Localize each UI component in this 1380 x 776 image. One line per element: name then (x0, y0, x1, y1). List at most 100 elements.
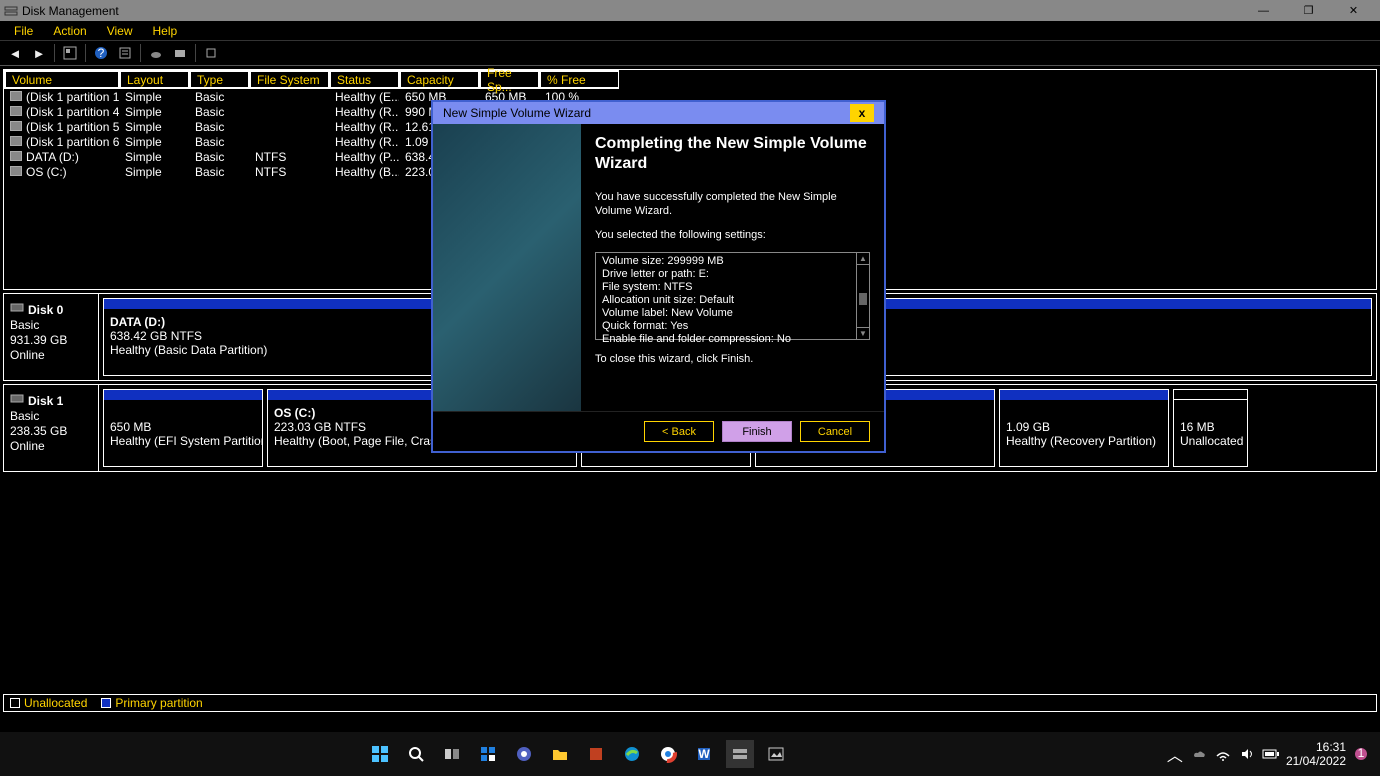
col-capacity[interactable]: Capacity (399, 70, 479, 89)
svg-text:?: ? (98, 46, 105, 60)
battery-icon[interactable] (1262, 740, 1280, 768)
volume-icon[interactable] (1238, 740, 1256, 768)
taskbar: W ︿ 16:31 21/04/2022 1 (0, 732, 1380, 776)
toolbar: ◄ ► ? (0, 41, 1380, 66)
wizard-close-button[interactable]: x (850, 104, 874, 122)
tool-icon-3[interactable] (200, 43, 222, 63)
volume-icon (10, 151, 22, 161)
scroll-down-icon[interactable]: ▼ (857, 327, 869, 339)
disk-0-label[interactable]: Disk 0 Basic 931.39 GB Online (4, 294, 99, 380)
app-icon-1[interactable] (582, 740, 610, 768)
wizard-main: Completing the New Simple Volume Wizard … (581, 124, 884, 411)
volume-icon (10, 106, 22, 116)
setting-line: File system: NTFS (602, 281, 863, 294)
tray-onedrive-icon[interactable] (1190, 740, 1208, 768)
disk-name: Disk 1 (28, 394, 63, 408)
disk-size: 931.39 GB (10, 333, 92, 347)
legend-label: Primary partition (115, 696, 202, 710)
back-button[interactable]: ◄ (4, 43, 26, 63)
word-icon[interactable]: W (690, 740, 718, 768)
disk-name: Disk 0 (28, 303, 63, 317)
finish-button[interactable]: Finish (722, 421, 792, 442)
close-button[interactable] (1331, 0, 1376, 21)
partition-unallocated[interactable]: 16 MB Unallocated (1173, 389, 1248, 467)
col-volume[interactable]: Volume (4, 70, 119, 89)
setting-line: Volume label: New Volume (602, 307, 863, 320)
setting-line: Quick format: Yes (602, 320, 863, 333)
disk-1-label[interactable]: Disk 1 Basic 238.35 GB Online (4, 385, 99, 471)
wizard-selected-text: You selected the following settings: (595, 228, 870, 242)
legend-label: Unallocated (24, 696, 87, 710)
partition-efi[interactable]: 650 MB Healthy (EFI System Partition) (103, 389, 263, 467)
col-type[interactable]: Type (189, 70, 249, 89)
start-button[interactable] (366, 740, 394, 768)
chat-icon[interactable] (510, 740, 538, 768)
widgets-icon[interactable] (474, 740, 502, 768)
col-filesystem[interactable]: File System (249, 70, 329, 89)
properties-button[interactable] (114, 43, 136, 63)
volume-icon (10, 91, 22, 101)
maximize-button[interactable] (1286, 0, 1331, 21)
minimize-button[interactable] (1241, 0, 1286, 21)
disk-type: Basic (10, 318, 92, 332)
settings-scrollbar[interactable]: ▲ ▼ (856, 253, 869, 339)
legend-swatch-unallocated (10, 698, 20, 708)
wifi-icon[interactable] (1214, 740, 1232, 768)
partition-status: Unallocated (1180, 434, 1241, 448)
menu-help[interactable]: Help (143, 22, 188, 40)
setting-line: Enable file and folder compression: No (602, 333, 863, 346)
tray-chevron-icon[interactable]: ︿ (1166, 740, 1184, 768)
volume-icon (10, 166, 22, 176)
col-free[interactable]: Free Sp... (479, 70, 539, 89)
back-button[interactable]: < Back (644, 421, 714, 442)
clock-date: 21/04/2022 (1286, 754, 1346, 768)
disk-icon (10, 300, 24, 314)
wizard-close-hint: To close this wizard, click Finish. (595, 352, 870, 366)
tool-icon-2[interactable] (169, 43, 191, 63)
legend: Unallocated Primary partition (3, 694, 1377, 712)
wizard-heading: Completing the New Simple Volume Wizard (595, 134, 870, 174)
photos-icon[interactable] (762, 740, 790, 768)
menu-action[interactable]: Action (43, 22, 96, 40)
cancel-button[interactable]: Cancel (800, 421, 870, 442)
setting-line: Allocation unit size: Default (602, 294, 863, 307)
menu-file[interactable]: File (4, 22, 43, 40)
wizard-titlebar[interactable]: New Simple Volume Wizard x (433, 102, 884, 124)
wizard-settings-box: Volume size: 299999 MB Drive letter or p… (595, 252, 870, 340)
tool-icon-1[interactable] (145, 43, 167, 63)
system-tray: ︿ 16:31 21/04/2022 1 (1156, 740, 1380, 768)
explorer-icon[interactable] (546, 740, 574, 768)
edge-icon[interactable] (618, 740, 646, 768)
wizard-side-graphic (433, 124, 581, 411)
volume-icon (10, 121, 22, 131)
task-view-icon[interactable] (438, 740, 466, 768)
setting-line: Drive letter or path: E: (602, 268, 863, 281)
refresh-button[interactable] (59, 43, 81, 63)
help-icon[interactable]: ? (90, 43, 112, 63)
disk-icon (10, 391, 24, 405)
taskbar-clock[interactable]: 16:31 21/04/2022 (1286, 740, 1346, 768)
window-title: Disk Management (22, 4, 119, 18)
partition-recovery[interactable]: 1.09 GB Healthy (Recovery Partition) (999, 389, 1169, 467)
menu-view[interactable]: View (97, 22, 143, 40)
notification-icon[interactable]: 1 (1352, 740, 1370, 768)
svg-text:1: 1 (1358, 747, 1365, 760)
clock-time: 16:31 (1286, 740, 1346, 754)
disk-state: Online (10, 439, 92, 453)
scroll-up-icon[interactable]: ▲ (857, 253, 869, 265)
window-titlebar: Disk Management (0, 0, 1380, 21)
partition-status: Healthy (Recovery Partition) (1006, 434, 1162, 448)
disk-mgmt-taskbar-icon[interactable] (726, 740, 754, 768)
chrome-icon[interactable] (654, 740, 682, 768)
menu-bar: File Action View Help (0, 21, 1380, 41)
partition-size: 1.09 GB (1006, 420, 1162, 434)
search-icon[interactable] (402, 740, 430, 768)
col-layout[interactable]: Layout (119, 70, 189, 89)
col-status[interactable]: Status (329, 70, 399, 89)
scroll-thumb[interactable] (859, 293, 867, 305)
col-pct[interactable]: % Free (539, 70, 619, 89)
forward-button[interactable]: ► (28, 43, 50, 63)
svg-text:W: W (698, 747, 710, 761)
disk-type: Basic (10, 409, 92, 423)
app-icon (4, 4, 18, 18)
